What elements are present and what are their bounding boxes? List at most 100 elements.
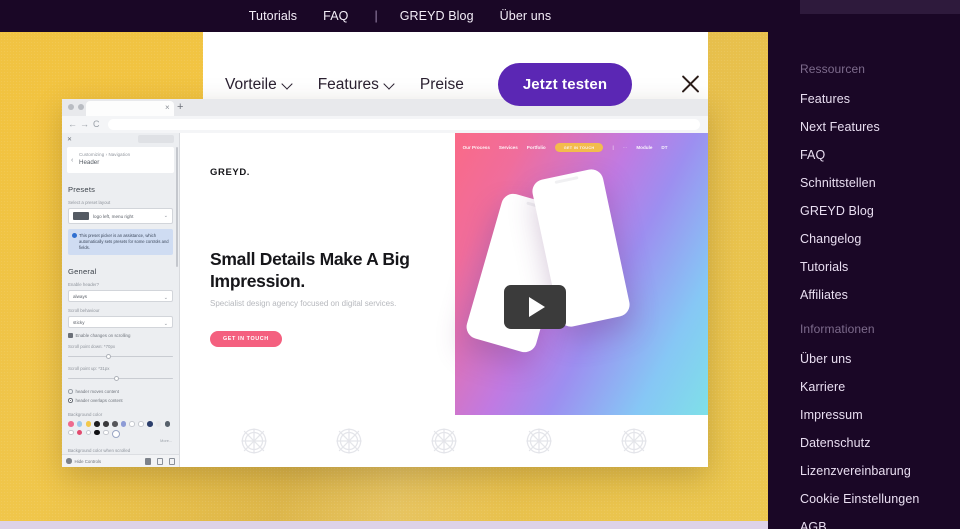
- sidebar-link-impressum[interactable]: Impressum: [800, 408, 919, 422]
- color-swatch[interactable]: [129, 421, 136, 427]
- nav-item-vorteile-label: Vorteile: [225, 75, 277, 93]
- sidebar-link-features[interactable]: Features: [800, 92, 880, 106]
- scroll-behaviour-select[interactable]: sticky ⌄: [68, 316, 173, 328]
- sidebar-link-karriere[interactable]: Karriere: [800, 380, 919, 394]
- more-colors-label[interactable]: More...: [68, 439, 172, 443]
- bg-color-label: Background color: [68, 412, 103, 417]
- sidebar-link-agb[interactable]: AGB: [800, 520, 919, 529]
- color-swatch[interactable]: [103, 429, 109, 436]
- radio-header-moves[interactable]: header moves content: [68, 389, 173, 394]
- sidebar-link-faq[interactable]: FAQ: [800, 148, 880, 162]
- new-tab-icon[interactable]: +: [177, 102, 183, 113]
- url-input[interactable]: [108, 119, 700, 130]
- color-swatch[interactable]: [68, 429, 74, 436]
- radio-header-overlaps[interactable]: header overlaps content: [68, 398, 173, 403]
- color-swatch[interactable]: [111, 421, 118, 427]
- preset-select[interactable]: logo left, menu right ⌄: [68, 208, 173, 224]
- enable-changes-label: Enable changes on scrolling: [75, 333, 131, 338]
- nav-item-preise[interactable]: Preise: [420, 76, 464, 94]
- topnav-link-greyd-blog[interactable]: GREYD Blog: [400, 9, 474, 23]
- sidebar-link-next-features[interactable]: Next Features: [800, 120, 880, 134]
- color-swatch[interactable]: [164, 421, 171, 427]
- hide-controls-label[interactable]: Hide Controls: [75, 459, 102, 464]
- general-section-title: General: [68, 267, 97, 276]
- color-swatch[interactable]: [155, 421, 162, 427]
- sidebar-link-datenschutz[interactable]: Datenschutz: [800, 436, 919, 450]
- color-swatch[interactable]: [138, 421, 144, 427]
- scroll-down-slider[interactable]: [68, 353, 173, 360]
- checkbox-icon: [68, 333, 73, 338]
- customizer-close-icon[interactable]: ✕: [67, 136, 72, 143]
- color-swatch[interactable]: [120, 421, 127, 427]
- color-swatch[interactable]: [103, 421, 109, 427]
- slider-handle[interactable]: [105, 353, 111, 359]
- color-swatch-more[interactable]: [111, 429, 120, 438]
- color-swatch[interactable]: [76, 421, 83, 427]
- sidebar-link-schnittstellen[interactable]: Schnittstellen: [800, 176, 880, 190]
- back-arrow-icon[interactable]: ‹: [71, 157, 73, 164]
- phone-notch: [554, 176, 579, 185]
- device-preview-icons[interactable]: [145, 457, 175, 465]
- preview-nav-ghost-item: ···: [622, 145, 628, 151]
- preview-nav-dt[interactable]: DT: [661, 145, 667, 150]
- back-icon[interactable]: ←: [68, 120, 77, 129]
- forward-icon[interactable]: →: [80, 120, 89, 129]
- color-swatch[interactable]: [94, 429, 100, 436]
- placeholder-logo-icon: [526, 428, 552, 454]
- topnav-link-ueber-uns[interactable]: Über uns: [500, 9, 552, 23]
- browser-tab[interactable]: [86, 101, 174, 116]
- enable-changes-checkbox-row[interactable]: Enable changes on scrolling: [68, 333, 173, 338]
- sidebar-link-affiliates[interactable]: Affiliates: [800, 288, 880, 302]
- presets-section-title: Presets: [68, 185, 96, 194]
- color-swatch[interactable]: [68, 421, 74, 427]
- chevron-down-icon: ⌄: [163, 320, 168, 327]
- mobile-icon[interactable]: [169, 457, 175, 465]
- sidebar-link-lizenzvereinbarung[interactable]: Lizenzvereinbarung: [800, 464, 919, 478]
- tab-close-icon[interactable]: ×: [165, 103, 170, 112]
- sidebar-link-changelog[interactable]: Changelog: [800, 232, 880, 246]
- topnav-link-tutorials[interactable]: Tutorials: [249, 9, 297, 23]
- preview-cta-button[interactable]: GET IN TOUCH: [210, 331, 282, 347]
- sidebar-group-title-informationen: Informationen: [800, 322, 875, 336]
- close-icon[interactable]: [678, 72, 703, 97]
- slider-track: [68, 356, 173, 358]
- gear-icon[interactable]: [66, 458, 72, 464]
- chevron-down-icon: ⌄: [163, 212, 168, 219]
- bottom-lavender-strip: [0, 521, 768, 529]
- tablet-icon[interactable]: [157, 457, 163, 465]
- preview-logo-strip: [180, 415, 708, 467]
- chevron-down-icon: [385, 80, 394, 89]
- preview-headline: Small Details Make A Big Impression.: [210, 249, 410, 291]
- nav-item-features[interactable]: Features: [318, 76, 394, 94]
- slider-handle[interactable]: [114, 375, 120, 381]
- sidebar-link-greyd-blog[interactable]: GREYD Blog: [800, 204, 880, 218]
- publish-button[interactable]: [138, 135, 174, 143]
- sidebar-link-cookie-einstellungen[interactable]: Cookie Einstellungen: [800, 492, 919, 506]
- scroll-down-label: Scroll point down: *70px: [68, 344, 116, 349]
- sidebar-link-ueber-uns[interactable]: Über uns: [800, 352, 919, 366]
- radio-header-overlaps-label: header overlaps content: [75, 398, 123, 403]
- preview-nav-cta-pill[interactable]: GET IN TOUCH: [554, 143, 604, 153]
- color-swatch[interactable]: [85, 429, 92, 436]
- reload-icon[interactable]: C: [93, 120, 100, 129]
- color-swatch[interactable]: [76, 429, 83, 436]
- jetzt-testen-button[interactable]: Jetzt testen: [497, 63, 633, 106]
- presets-field-label: Select a preset layout: [68, 200, 111, 205]
- color-swatch[interactable]: [94, 421, 100, 427]
- preview-nav-module[interactable]: Module: [636, 145, 652, 150]
- customizer-scrollbar[interactable]: [176, 147, 178, 267]
- preview-nav-services[interactable]: Services: [499, 145, 518, 150]
- nav-item-vorteile[interactable]: Vorteile: [225, 76, 292, 94]
- preview-nav-portfolio[interactable]: Portfolio: [527, 145, 546, 150]
- preview-nav-our-process[interactable]: Our Process: [463, 145, 490, 150]
- play-icon[interactable]: [504, 285, 566, 329]
- color-swatch[interactable]: [147, 421, 153, 427]
- color-swatch[interactable]: [85, 421, 92, 427]
- placeholder-logo-icon: [336, 428, 362, 454]
- bg-color-swatches[interactable]: [68, 421, 172, 438]
- topnav-link-faq[interactable]: FAQ: [323, 9, 348, 23]
- desktop-icon[interactable]: [145, 457, 151, 465]
- enable-header-select[interactable]: always ⌄: [68, 290, 173, 302]
- sidebar-link-tutorials[interactable]: Tutorials: [800, 260, 880, 274]
- scroll-up-slider[interactable]: [68, 375, 173, 382]
